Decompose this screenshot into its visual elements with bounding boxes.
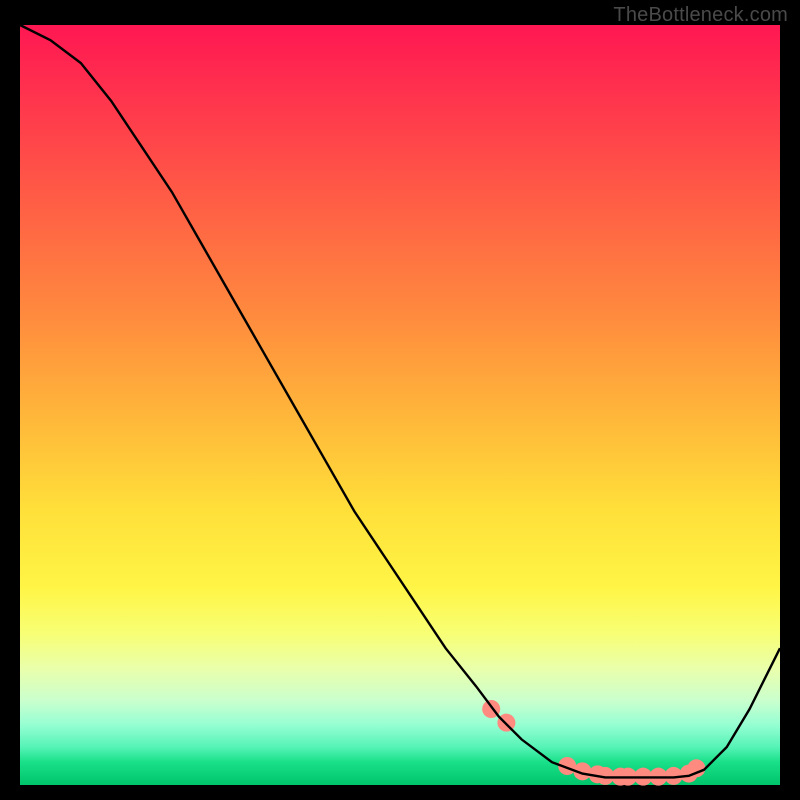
highlight-dots-group (482, 700, 705, 786)
chart-svg (20, 25, 780, 785)
chart-stage: TheBottleneck.com (0, 0, 800, 800)
plot-area (20, 25, 780, 785)
watermark-label: TheBottleneck.com (613, 4, 788, 27)
bottleneck-curve (20, 25, 780, 777)
